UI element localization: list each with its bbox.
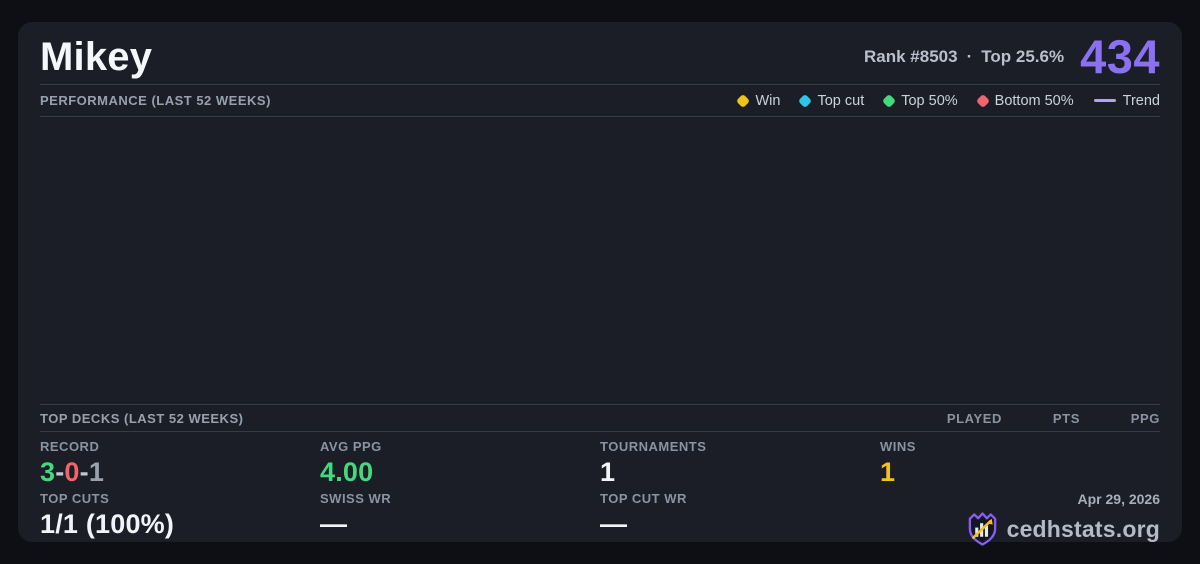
stat-label: RECORD: [40, 439, 100, 454]
stat-label: AVG PPG: [320, 439, 382, 454]
stat-wins: WINS 1: [880, 439, 1160, 491]
rank-separator: ·: [966, 47, 973, 66]
record-wins: 3: [40, 457, 56, 487]
legend-item-win: Win: [736, 92, 781, 109]
legend-label: Top cut: [817, 92, 865, 109]
stat-label: TOURNAMENTS: [600, 439, 707, 454]
wins-value: 1: [880, 457, 896, 487]
stats-grid: RECORD 3-0-1 AVG PPG 4.00 TOURNAMENTS 1 …: [40, 432, 1160, 549]
footer-branding: Apr 29, 2026 cedhstats.org: [880, 491, 1160, 549]
brand-name: cedhstats.org: [1006, 515, 1160, 542]
column-header-ppg: PPG: [1130, 410, 1160, 426]
player-score: 434: [1080, 30, 1160, 83]
stat-label: SWISS WR: [320, 491, 392, 506]
performance-title: PERFORMANCE (LAST 52 WEEKS): [40, 93, 271, 108]
stat-tournaments: TOURNAMENTS 1: [600, 439, 880, 491]
header-right: Rank #8503 · Top 25.6% 434: [864, 33, 1160, 81]
top-cuts-value: 1/1 (100%): [40, 509, 175, 539]
rank-line: Rank #8503 · Top 25.6%: [864, 47, 1064, 67]
trend-line-icon: [1093, 99, 1116, 102]
player-name: Mikey: [40, 34, 153, 79]
top-cut-marker-icon: [798, 93, 813, 108]
card-header: Mikey Rank #8503 · Top 25.6% 434: [40, 22, 1160, 85]
legend-label: Trend: [1122, 92, 1160, 109]
stat-record: RECORD 3-0-1: [40, 439, 320, 491]
stat-label: WINS: [880, 439, 916, 454]
record-losses: 0: [64, 457, 80, 487]
top-decks-columns: PLAYED PTS PPG: [922, 411, 1160, 426]
page-background: { "page": { "background": "#0e0f14", "ca…: [0, 0, 1200, 564]
tournaments-value: 1: [600, 457, 616, 487]
stat-top-cut-wr: TOP CUT WR —: [600, 491, 880, 549]
stat-top-cuts: TOP CUTS 1/1 (100%): [40, 491, 320, 549]
performance-chart: [40, 117, 1160, 405]
stat-label: TOP CUT WR: [600, 491, 687, 506]
stat-avg-ppg: AVG PPG 4.00: [320, 439, 600, 491]
legend-label: Top 50%: [901, 92, 958, 109]
legend-item-bottom-50: Bottom 50%: [975, 92, 1074, 109]
top-decks-header: TOP DECKS (LAST 52 WEEKS) PLAYED PTS PPG: [40, 405, 1160, 432]
rank-text: Rank #8503: [864, 47, 958, 66]
legend-label: Bottom 50%: [994, 92, 1074, 109]
legend-item-top-50: Top 50%: [882, 92, 958, 109]
stat-swiss-wr: SWISS WR —: [320, 491, 600, 549]
legend-label: Win: [755, 92, 781, 109]
win-marker-icon: [736, 93, 751, 108]
record-value: 3-0-1: [40, 457, 320, 487]
cedhstats-logo-icon: [968, 512, 996, 546]
legend-item-top-cut: Top cut: [798, 92, 865, 109]
column-header-pts: PTS: [1052, 410, 1080, 426]
column-header-played: PLAYED: [946, 410, 1002, 426]
brand-row: cedhstats.org: [966, 511, 1160, 547]
swiss-wr-value: —: [320, 509, 348, 539]
chart-legend: Win Top cut Top 50% Bottom 50% Trend: [736, 92, 1160, 109]
top-decks-title: TOP DECKS (LAST 52 WEEKS): [40, 410, 244, 426]
bottom-50-marker-icon: [975, 93, 990, 108]
player-stats-card: Mikey Rank #8503 · Top 25.6% 434 PERFORM…: [18, 22, 1182, 546]
generated-date: Apr 29, 2026: [1077, 491, 1161, 507]
legend-item-trend: Trend: [1093, 92, 1160, 109]
performance-header: PERFORMANCE (LAST 52 WEEKS) Win Top cut …: [40, 85, 1160, 117]
avg-ppg-value: 4.00: [320, 457, 374, 487]
stat-label: TOP CUTS: [40, 491, 110, 506]
top-percent-text: Top 25.6%: [981, 47, 1065, 66]
record-separator: -: [79, 457, 89, 487]
top-50-marker-icon: [882, 93, 897, 108]
top-cut-wr-value: —: [600, 509, 628, 539]
record-draws: 1: [88, 457, 105, 487]
